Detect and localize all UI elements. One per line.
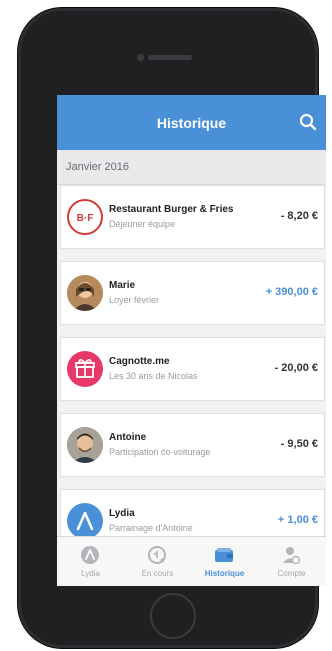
lydia-avatar (67, 503, 103, 539)
transaction-name: Restaurant Burger & Fries (109, 204, 234, 215)
chat-icon (148, 546, 166, 564)
phone-frame: Historique Janvier 2016 B·F Restaurant B… (18, 8, 326, 648)
transaction-row[interactable]: Cagnotte.me Les 30 ans de Nicolas - 20,0… (60, 337, 325, 401)
transaction-amount: - 20,00 € (274, 362, 318, 374)
tab-bar: Lydia En cours Historique Compte (57, 536, 326, 586)
gift-icon (75, 359, 95, 378)
transaction-name: Antoine (109, 432, 147, 443)
app-header: Historique (57, 95, 326, 150)
page-title: Historique (156, 115, 227, 131)
transaction-subtitle: Déjeuner équipe (109, 219, 176, 229)
restaurant-logo-avatar: B·F (67, 199, 103, 235)
tab-lydia[interactable]: Lydia (57, 537, 124, 586)
transaction-subtitle: Participation co-voiturage (109, 447, 211, 457)
tab-label: Historique (204, 569, 245, 578)
transaction-row[interactable]: Marie Loyer février + 390,00 € (60, 261, 325, 325)
month-label: Janvier 2016 (66, 161, 129, 173)
tab-label: Compte (277, 569, 306, 578)
gift-avatar (67, 351, 103, 387)
restaurant-logo-icon: B·F (77, 213, 94, 224)
transaction-row[interactable]: Antoine Participation co-voiturage - 9,5… (60, 413, 325, 477)
transaction-name: Cagnotte.me (109, 356, 170, 367)
transaction-row[interactable]: B·F Restaurant Burger & Fries Déjeuner é… (60, 185, 325, 249)
transaction-name: Marie (109, 280, 136, 291)
lydia-logo-icon (76, 511, 94, 531)
svg-text:B·F: B·F (77, 213, 94, 224)
search-icon[interactable] (299, 113, 317, 131)
person-avatar (67, 427, 103, 463)
person-photo-icon (67, 427, 103, 463)
transaction-subtitle: Loyer février (109, 295, 160, 305)
transaction-amount: - 9,50 € (280, 438, 318, 450)
month-section-header: Janvier 2016 (57, 150, 326, 185)
transaction-subtitle: Les 30 ans de Nicolas (109, 371, 198, 381)
wallet-icon (215, 548, 233, 562)
app-screen: Historique Janvier 2016 B·F Restaurant B… (57, 95, 326, 586)
tab-label: En cours (141, 569, 174, 578)
camera-icon (137, 54, 144, 61)
tab-compte[interactable]: Compte (258, 537, 325, 586)
tab-historique[interactable]: Historique (191, 537, 258, 586)
transaction-amount: + 390,00 € (265, 286, 318, 298)
transaction-amount: + 1,00 € (277, 514, 318, 526)
lydia-icon (81, 546, 99, 564)
transaction-name: Lydia (109, 508, 135, 519)
transaction-amount: - 8,20 € (280, 210, 318, 222)
transaction-subtitle: Parrainage d'Antoine (109, 523, 193, 533)
person-photo-icon (67, 275, 103, 311)
tab-en-cours[interactable]: En cours (124, 537, 191, 586)
tab-label: Lydia (81, 569, 100, 578)
person-avatar (67, 275, 103, 311)
home-button[interactable] (150, 593, 196, 639)
user-icon (283, 547, 301, 565)
speaker-grill (148, 55, 192, 60)
